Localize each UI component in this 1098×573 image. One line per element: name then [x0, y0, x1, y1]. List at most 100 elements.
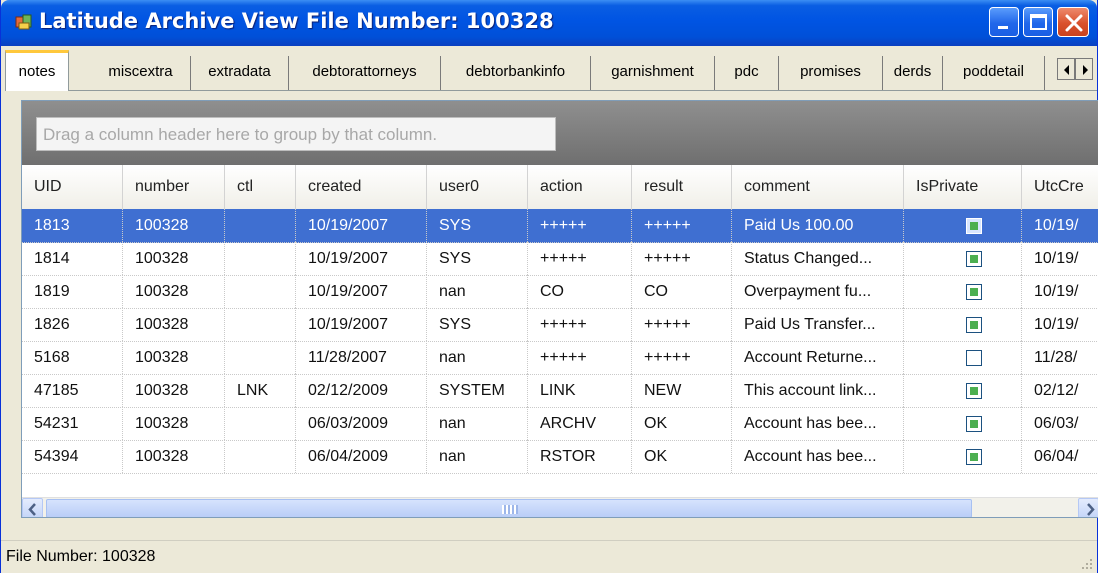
cell-user0[interactable]: nan [427, 341, 528, 374]
cell-ctl[interactable] [225, 308, 296, 341]
cell-created[interactable]: 10/19/2007 [296, 275, 427, 308]
is-private-checkbox[interactable] [966, 350, 982, 366]
cell-number[interactable]: 100328 [123, 440, 225, 473]
tab-debtorbankinfo[interactable]: debtorbankinfo [441, 56, 591, 90]
table-row[interactable]: 5168 100328 11/28/2007 nan +++++ +++++ Account… [22, 341, 1098, 375]
cell-ctl[interactable] [225, 275, 296, 308]
cell-number[interactable]: 100328 [123, 374, 225, 407]
cell-created[interactable]: 10/19/2007 [296, 209, 427, 242]
cell-ctl[interactable] [225, 242, 296, 275]
cell-ctl[interactable] [225, 209, 296, 242]
scrollbar-thumb[interactable] [46, 499, 972, 517]
column-header-uid[interactable]: UID [22, 165, 123, 209]
tab-debtorattorneys[interactable]: debtorattorneys [289, 56, 441, 90]
cell-result[interactable]: +++++ [632, 308, 732, 341]
cell-utc[interactable]: 11/28/ [1022, 341, 1098, 374]
tab-scroll-left-button[interactable] [1057, 58, 1075, 80]
resize-grip-icon[interactable] [1081, 558, 1093, 570]
cell-comment[interactable]: Account has bee... [732, 440, 904, 473]
cell-uid[interactable]: 54231 [22, 407, 123, 440]
is-private-checkbox[interactable] [966, 284, 982, 300]
cell-number[interactable]: 100328 [123, 209, 225, 242]
table-row[interactable]: 1819 100328 10/19/2007 nan CO CO Overpayment f… [22, 275, 1098, 309]
cell-created[interactable]: 06/04/2009 [296, 440, 427, 473]
cell-result[interactable]: OK [632, 407, 732, 440]
tab-promises[interactable]: promises [779, 56, 883, 90]
table-row[interactable]: 1814 100328 10/19/2007 SYS +++++ +++++ Status … [22, 242, 1098, 276]
cell-action[interactable]: RSTOR [528, 440, 632, 473]
tab-extradata[interactable]: extradata [191, 56, 289, 90]
cell-created[interactable]: 06/03/2009 [296, 407, 427, 440]
cell-action[interactable]: +++++ [528, 242, 632, 275]
cell-user0[interactable]: SYS [427, 209, 528, 242]
cell-is-private[interactable] [904, 308, 1022, 341]
cell-is-private[interactable] [904, 209, 1022, 242]
cell-action[interactable]: LINK [528, 374, 632, 407]
scroll-right-button[interactable] [1078, 498, 1098, 517]
cell-utc[interactable]: 06/03/ [1022, 407, 1098, 440]
column-header-isprivate[interactable]: IsPrivate [904, 165, 1022, 209]
cell-uid[interactable]: 54394 [22, 440, 123, 473]
cell-user0[interactable]: nan [427, 440, 528, 473]
cell-uid[interactable]: 1819 [22, 275, 123, 308]
cell-utc[interactable]: 02/12/ [1022, 374, 1098, 407]
is-private-checkbox[interactable] [966, 218, 982, 234]
is-private-checkbox[interactable] [966, 449, 982, 465]
table-row[interactable]: 54231 100328 06/03/2009 nan ARCHV OK Account h… [22, 407, 1098, 441]
horizontal-scrollbar[interactable] [22, 497, 1098, 517]
cell-result[interactable]: +++++ [632, 242, 732, 275]
cell-utc[interactable]: 06/04/ [1022, 440, 1098, 473]
cell-uid[interactable]: 47185 [22, 374, 123, 407]
tab-miscextra[interactable]: miscextra [91, 56, 191, 90]
cell-is-private[interactable] [904, 407, 1022, 440]
cell-result[interactable]: +++++ [632, 209, 732, 242]
cell-created[interactable]: 02/12/2009 [296, 374, 427, 407]
tab-garnishment[interactable]: garnishment [591, 56, 715, 90]
cell-created[interactable]: 11/28/2007 [296, 341, 427, 374]
cell-result[interactable]: NEW [632, 374, 732, 407]
minimize-button[interactable] [989, 7, 1019, 37]
cell-is-private[interactable] [904, 374, 1022, 407]
cell-created[interactable]: 10/19/2007 [296, 242, 427, 275]
maximize-button[interactable] [1023, 7, 1053, 37]
cell-user0[interactable]: SYS [427, 308, 528, 341]
cell-utc[interactable]: 10/19/ [1022, 209, 1098, 242]
cell-result[interactable]: +++++ [632, 341, 732, 374]
is-private-checkbox[interactable] [966, 251, 982, 267]
column-header-ctl[interactable]: ctl [225, 165, 296, 209]
column-header-created[interactable]: created [296, 165, 427, 209]
cell-action[interactable]: +++++ [528, 341, 632, 374]
cell-ctl[interactable] [225, 341, 296, 374]
cell-uid[interactable]: 1814 [22, 242, 123, 275]
scroll-left-button[interactable] [22, 498, 43, 517]
cell-comment[interactable]: Status Changed... [732, 242, 904, 275]
cell-comment[interactable]: Account Returne... [732, 341, 904, 374]
cell-utc[interactable]: 10/19/ [1022, 275, 1098, 308]
table-row[interactable]: 54394 100328 06/04/2009 nan RSTOR OK Account h… [22, 440, 1098, 474]
cell-is-private[interactable] [904, 275, 1022, 308]
cell-uid[interactable]: 5168 [22, 341, 123, 374]
cell-comment[interactable]: Overpayment fu... [732, 275, 904, 308]
table-row[interactable]: 47185 100328 LNK 02/12/2009 SYSTEM LINK NEW Thi… [22, 374, 1098, 408]
cell-uid[interactable]: 1826 [22, 308, 123, 341]
tab-pdc[interactable]: pdc [715, 56, 779, 90]
tab-derds[interactable]: derds [883, 56, 943, 90]
is-private-checkbox[interactable] [966, 317, 982, 333]
cell-user0[interactable]: SYSTEM [427, 374, 528, 407]
cell-number[interactable]: 100328 [123, 308, 225, 341]
table-row[interactable]: 1826 100328 10/19/2007 SYS +++++ +++++ Paid Us… [22, 308, 1098, 342]
column-header-utccreated[interactable]: UtcCre [1022, 165, 1098, 209]
cell-created[interactable]: 10/19/2007 [296, 308, 427, 341]
cell-action[interactable]: ARCHV [528, 407, 632, 440]
cell-user0[interactable]: nan [427, 275, 528, 308]
column-header-result[interactable]: result [632, 165, 732, 209]
cell-comment[interactable]: Account has bee... [732, 407, 904, 440]
cell-user0[interactable]: nan [427, 407, 528, 440]
cell-uid[interactable]: 1813 [22, 209, 123, 242]
cell-utc[interactable]: 10/19/ [1022, 308, 1098, 341]
cell-number[interactable]: 100328 [123, 341, 225, 374]
column-header-user0[interactable]: user0 [427, 165, 528, 209]
cell-ctl[interactable] [225, 407, 296, 440]
tab-notes[interactable]: notes [5, 50, 69, 91]
cell-number[interactable]: 100328 [123, 407, 225, 440]
